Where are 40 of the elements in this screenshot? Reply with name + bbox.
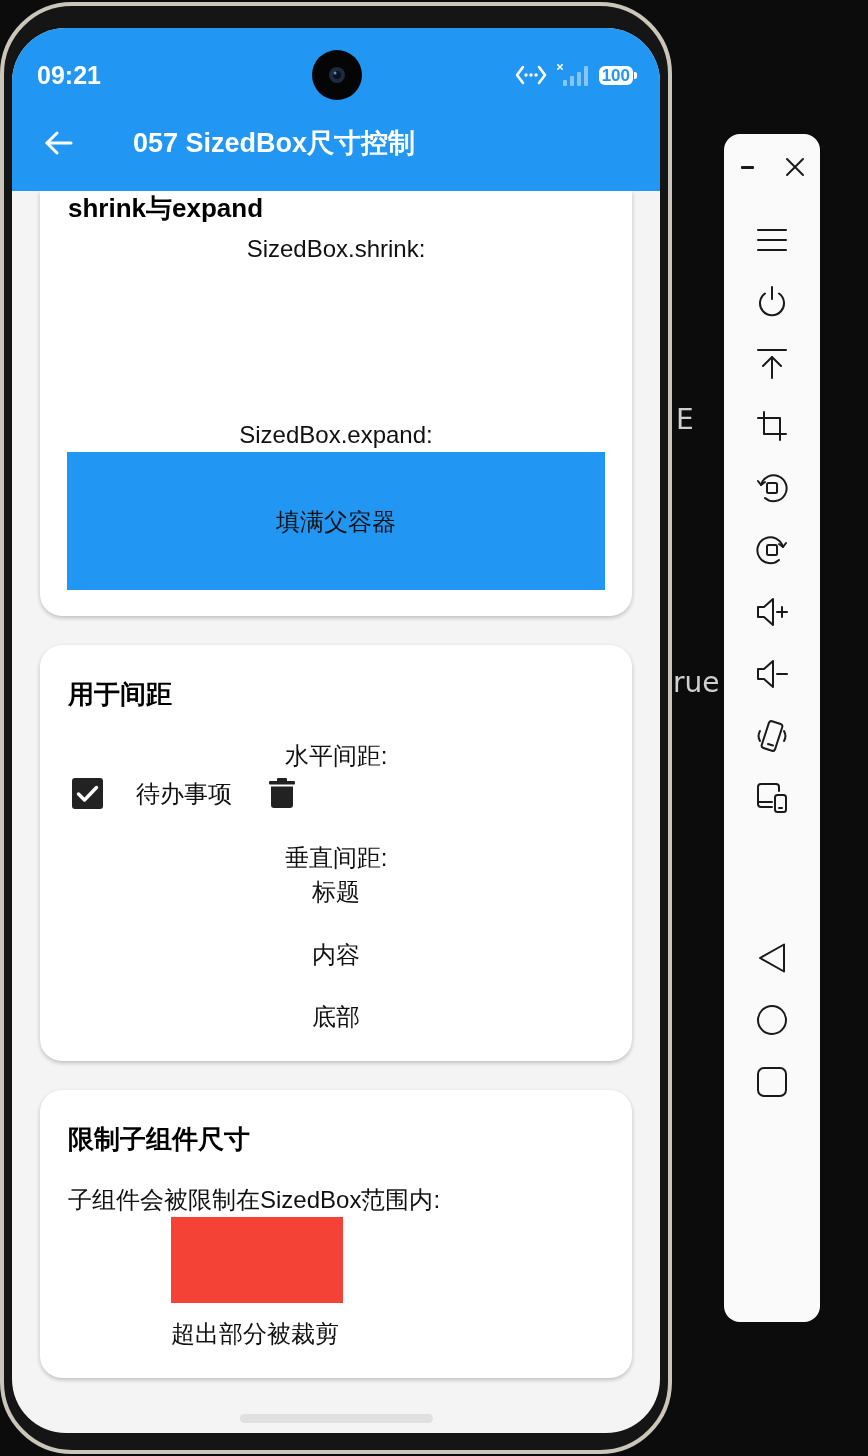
card-title: 限制子组件尺寸 xyxy=(68,1124,251,1154)
back-triangle-icon xyxy=(758,942,786,974)
background-text: E xyxy=(676,403,694,437)
signal-icon xyxy=(556,64,589,86)
volume-up-icon xyxy=(756,597,788,627)
recents-square-icon xyxy=(757,1067,787,1097)
phone-rotate-icon xyxy=(756,719,788,753)
trash-icon xyxy=(269,778,295,808)
card-title: shrink与expand xyxy=(68,193,265,223)
stack-text: 内容 xyxy=(311,940,361,970)
home-circle-icon xyxy=(757,1005,787,1035)
close-icon xyxy=(786,158,804,176)
battery-indicator: 100 xyxy=(598,65,637,85)
todo-text: 待办事项 xyxy=(136,778,232,809)
data-transfer-icon xyxy=(514,65,547,85)
back-arrow-icon xyxy=(45,131,73,155)
minimize-icon xyxy=(740,165,754,169)
background-text: rue xyxy=(673,666,720,700)
expand-label: SizedBox.expand: xyxy=(238,420,434,450)
rotate-left-icon xyxy=(756,473,788,503)
description-text: 子组件会被限制在SizedBox范围内: xyxy=(68,1185,442,1215)
stack-text: 标题 xyxy=(311,877,361,907)
shrink-label: SizedBox.shrink: xyxy=(245,234,427,264)
stack-text: 底部 xyxy=(311,1002,361,1032)
horizontal-spacing-label: 水平间距: xyxy=(283,741,389,771)
card-title: 用于间距 xyxy=(68,679,173,709)
menu-icon xyxy=(757,228,787,252)
volume-down-icon xyxy=(756,659,788,689)
panel-text: 填满父容器 xyxy=(276,506,396,537)
status-time: 09:21 xyxy=(37,60,101,89)
rotate-right-icon xyxy=(756,535,788,565)
vertical-spacing-label: 垂直间距: xyxy=(283,843,389,873)
devices-icon xyxy=(757,783,787,813)
crop-icon xyxy=(757,411,787,441)
power-icon xyxy=(757,286,787,318)
checkbox[interactable] xyxy=(72,777,103,809)
app-bar-title: 057 SizedBox尺寸控制 xyxy=(133,127,416,160)
camera-icon xyxy=(312,50,362,100)
back-button[interactable] xyxy=(43,129,75,157)
clip-caption: 超出部分被裁剪 xyxy=(171,1319,340,1349)
